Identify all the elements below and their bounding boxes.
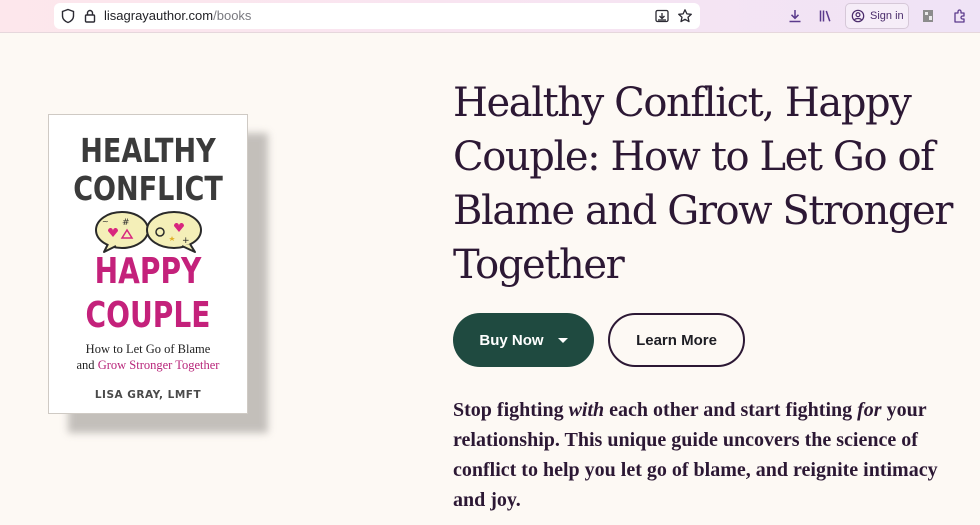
- extension-icon[interactable]: [920, 8, 936, 24]
- buy-now-button[interactable]: Buy Now: [453, 313, 594, 367]
- book-cover[interactable]: HEALTHY CONFLICT # + ~ HAPPY COUPLE How …: [48, 114, 248, 414]
- library-icon[interactable]: [818, 8, 834, 24]
- address-bar[interactable]: lisagrayauthor.com/books: [54, 3, 700, 29]
- cover-subtitle-prefix: and: [76, 358, 98, 372]
- shield-icon[interactable]: [60, 8, 76, 24]
- account-icon: [851, 9, 865, 23]
- svg-text:#: #: [122, 218, 130, 228]
- learn-more-button[interactable]: Learn More: [608, 313, 745, 367]
- sign-in-button[interactable]: Sign in: [845, 3, 909, 29]
- url-path: /books: [213, 8, 252, 23]
- url-text[interactable]: lisagrayauthor.com/books: [104, 8, 251, 23]
- speech-bubbles-icon: # + ~: [95, 211, 202, 253]
- cover-subtitle-highlight: Grow Stronger Together: [97, 358, 220, 372]
- downloads-icon[interactable]: [787, 8, 803, 24]
- desc-part2: each other and start fighting: [604, 399, 858, 421]
- bookmark-star-icon[interactable]: [677, 8, 693, 24]
- cover-title-line1: HEALTHY: [80, 131, 216, 170]
- desc-emphasis-for: for: [857, 399, 882, 421]
- book-title: Healthy Conflict, Happy Couple: How to L…: [453, 80, 953, 288]
- learn-more-label: Learn More: [636, 331, 717, 349]
- cover-author: LISA GRAY, LMFT: [94, 389, 202, 401]
- cover-subtitle-line2: and Grow Stronger Together: [49, 358, 247, 373]
- browser-toolbar: lisagrayauthor.com/books Sign in: [0, 0, 980, 33]
- url-domain: lisagrayauthor.com: [104, 8, 214, 23]
- reader-mode-icon[interactable]: [654, 8, 670, 24]
- desc-emphasis-with: with: [568, 399, 605, 421]
- cover-title-line3: HAPPY: [94, 251, 202, 292]
- sign-in-label: Sign in: [870, 10, 904, 22]
- puzzle-icon[interactable]: [952, 8, 968, 24]
- chevron-down-icon: [557, 337, 568, 343]
- svg-text:+: +: [182, 236, 190, 246]
- svg-text:~: ~: [102, 217, 109, 226]
- lock-icon[interactable]: [82, 8, 98, 24]
- cover-subtitle-line1: How to Let Go of Blame: [85, 342, 211, 356]
- buy-now-label: Buy Now: [479, 331, 544, 349]
- cover-title-line2: CONFLICT: [73, 169, 223, 208]
- desc-part1: Stop fighting: [453, 399, 569, 421]
- book-description: Stop fighting with each other and start …: [453, 395, 953, 515]
- cover-title-line4: COUPLE: [85, 295, 211, 336]
